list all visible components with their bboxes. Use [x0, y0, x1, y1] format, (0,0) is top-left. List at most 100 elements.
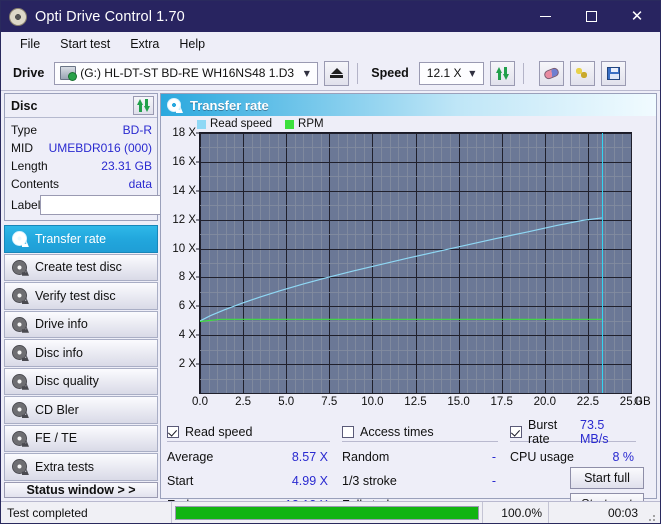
menu-extra[interactable]: Extra: [120, 34, 169, 54]
sidebar-item-create-test-disc[interactable]: Create test disc: [4, 254, 158, 282]
menu-file[interactable]: File: [10, 34, 50, 54]
x-axis-tick-label: 15.0: [447, 396, 469, 408]
minimize-button[interactable]: [522, 1, 568, 32]
toolbar-divider-2: [523, 63, 524, 84]
sidebar-item-label: Extra tests: [35, 460, 94, 474]
menu-start-test[interactable]: Start test: [50, 34, 120, 54]
disc-icon: [167, 98, 181, 112]
sidebar-item-cd-bler[interactable]: CD Bler: [4, 396, 158, 424]
sidebar-item-drive-info[interactable]: Drive info: [4, 311, 158, 339]
burst-rate-value: 73.5 MB/s: [580, 418, 636, 446]
save-disk-icon: [607, 67, 620, 80]
refresh-icon: [137, 99, 150, 112]
drive-label: Drive: [13, 66, 44, 80]
content-panel-header: Transfer rate: [161, 94, 656, 116]
sidebar-item-extra-tests[interactable]: Extra tests: [4, 453, 158, 481]
y-axis-tick-label: 16 X: [172, 156, 196, 168]
menu-help[interactable]: Help: [169, 34, 215, 54]
transfer-rate-chart: Read speed RPM 2 X4 X6 X8 X10 X12 X14 X1…: [161, 116, 656, 416]
disc-type-label: Type: [11, 123, 37, 137]
window-controls: ✕: [522, 1, 660, 32]
disc-contents-label: Contents: [11, 177, 59, 191]
drive-select[interactable]: (G:) HL-DT-ST BD-RE WH16NS48 1.D3 ▼: [54, 62, 318, 85]
close-button[interactable]: ✕: [614, 1, 660, 32]
read-speed-label: Read speed: [185, 425, 252, 439]
menu-bar: File Start test Extra Help: [1, 32, 660, 56]
optical-drive-icon: [60, 66, 76, 80]
stat-random-value: -: [492, 450, 498, 464]
save-button[interactable]: [601, 61, 626, 86]
disc-icon: [12, 402, 27, 417]
stat-average: Average 8.57 X: [167, 445, 330, 469]
drive-select-value: (G:) HL-DT-ST BD-RE WH16NS48 1.D3: [76, 66, 298, 80]
x-axis-tick-label: 22.5: [577, 396, 599, 408]
access-times-check-row[interactable]: Access times: [342, 422, 498, 442]
disc-length-value: 23.31 GB: [101, 159, 152, 173]
x-axis-tick-label: 20.0: [534, 396, 556, 408]
stat-cpu-usage-value: 8 %: [612, 450, 636, 464]
disc-row-contents: Contents data: [11, 175, 152, 193]
disc-mid-value: UMEBDR016 (000): [49, 141, 152, 155]
eject-icon: [330, 68, 343, 78]
y-axis-tick-label: 14 X: [172, 185, 196, 197]
sidebar-item-disc-quality[interactable]: Disc quality: [4, 368, 158, 396]
status-window-button[interactable]: Status window > >: [4, 482, 158, 499]
stat-cpu-usage-label: CPU usage: [510, 450, 574, 464]
speed-select[interactable]: 12.1 X ▼: [419, 62, 484, 85]
keys-button[interactable]: [570, 61, 595, 86]
toolbar: Drive (G:) HL-DT-ST BD-RE WH16NS48 1.D3 …: [1, 56, 660, 91]
eraser-icon: [543, 66, 560, 80]
start-full-button[interactable]: Start full: [570, 467, 644, 489]
disc-icon: [12, 288, 27, 303]
progress-percent: 100.0%: [482, 502, 548, 524]
sidebar-item-label: FE / TE: [35, 431, 77, 445]
disc-mid-label: MID: [11, 141, 33, 155]
sidebar-item-transfer-rate[interactable]: Transfer rate: [4, 225, 158, 253]
maximize-button[interactable]: [568, 1, 614, 32]
chevron-down-icon: ▼: [464, 69, 481, 78]
sidebar-item-label: Disc info: [35, 346, 83, 360]
disc-icon: [12, 374, 27, 389]
speed-select-value: 12.1 X: [423, 66, 464, 80]
stat-third-stroke-label: 1/3 stroke: [342, 474, 397, 488]
title-bar: Opti Drive Control 1.70 ✕: [1, 1, 660, 32]
erase-button[interactable]: [539, 61, 564, 86]
disc-panel-header: Disc: [5, 94, 157, 118]
sidebar: Disc Type BD-R MID UMEBDR016 (000): [1, 91, 160, 501]
burst-rate-checkbox[interactable]: [510, 426, 522, 438]
access-times-label: Access times: [360, 425, 434, 439]
legend-label-read-speed: Read speed: [210, 118, 272, 130]
refresh-button[interactable]: [490, 61, 515, 86]
x-axis-unit-label: GB: [634, 396, 651, 408]
x-axis-tick-label: 10.0: [361, 396, 383, 408]
read-speed-checkbox[interactable]: [167, 426, 179, 438]
eject-button[interactable]: [324, 61, 349, 86]
page-title: Transfer rate: [190, 98, 269, 113]
status-message: Test completed: [1, 502, 171, 524]
disc-row-length: Length 23.31 GB: [11, 157, 152, 175]
sidebar-item-disc-info[interactable]: Disc info: [4, 339, 158, 367]
sidebar-item-label: Verify test disc: [35, 289, 116, 303]
sidebar-item-label: Transfer rate: [35, 232, 106, 246]
disc-type-value: BD-R: [123, 123, 152, 137]
y-axis-tick-label: 4 X: [179, 329, 196, 341]
disc-icon: [12, 231, 27, 246]
stat-random-label: Random: [342, 450, 389, 464]
chart-plot-area[interactable]: 2 X4 X6 X8 X10 X12 X14 X16 X18 X0.02.55.…: [199, 132, 632, 394]
resize-grip-icon[interactable]: [644, 502, 660, 524]
legend-label-rpm: RPM: [298, 118, 324, 130]
y-axis-tick-label: 6 X: [179, 300, 196, 312]
x-axis-tick-label: 2.5: [235, 396, 251, 408]
sidebar-item-fe-te[interactable]: FE / TE: [4, 425, 158, 453]
disc-panel: Disc Type BD-R MID UMEBDR016 (000): [4, 93, 158, 221]
read-speed-check-row[interactable]: Read speed: [167, 422, 330, 442]
sidebar-item-verify-test-disc[interactable]: Verify test disc: [4, 282, 158, 310]
sidebar-item-label: CD Bler: [35, 403, 79, 417]
disc-row-mid: MID UMEBDR016 (000): [11, 139, 152, 157]
application-window: Opti Drive Control 1.70 ✕ File Start tes…: [0, 0, 661, 524]
x-axis-tick-label: 12.5: [404, 396, 426, 408]
access-times-checkbox[interactable]: [342, 426, 354, 438]
burst-rate-check-row[interactable]: Burst rate 73.5 MB/s: [510, 422, 636, 442]
disc-refresh-button[interactable]: [133, 96, 154, 115]
disc-label-row: Label: [11, 195, 152, 215]
